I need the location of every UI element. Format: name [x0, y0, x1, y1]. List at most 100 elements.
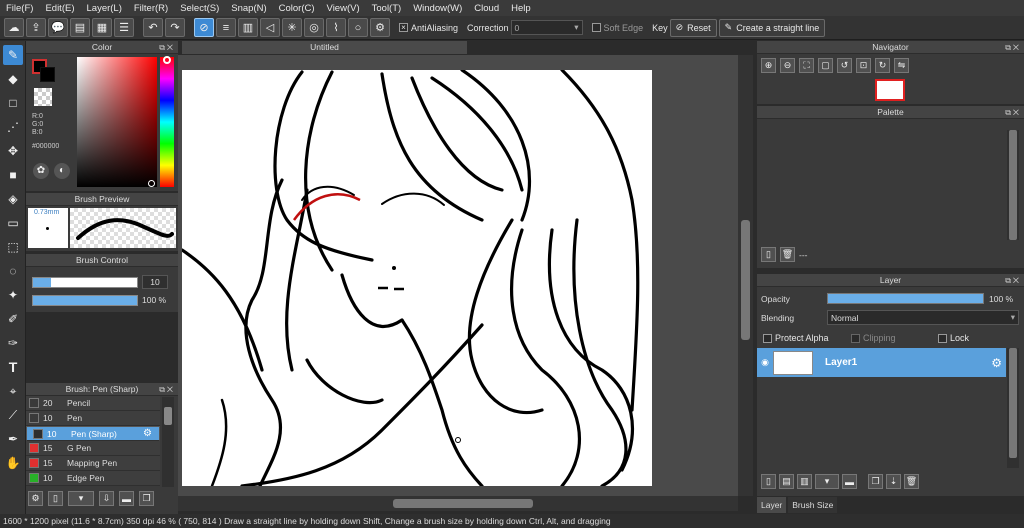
lasso-tool-icon[interactable]: ◌	[3, 261, 23, 281]
text-tool-icon[interactable]: T	[3, 357, 23, 377]
snap-parallel-icon[interactable]: ≡	[216, 18, 236, 37]
layer-panel-icon[interactable]: ▤	[70, 18, 90, 37]
fill-rect-icon[interactable]: ■	[3, 165, 23, 185]
soft-edge-checkbox[interactable]	[591, 23, 601, 32]
menu-item-filter[interactable]: Filter(R)	[128, 3, 174, 14]
layer-folder-icon[interactable]: ▬	[842, 474, 857, 489]
hand-tool-icon[interactable]: ✋	[3, 453, 23, 473]
delete-layer-icon[interactable]: 🗑	[904, 474, 919, 489]
bucket-tool-icon[interactable]: ◈	[3, 189, 23, 209]
snap-circle-icon[interactable]: ○	[348, 18, 368, 37]
grid-panel-icon[interactable]: ▦	[92, 18, 112, 37]
lock-toggle[interactable]: Lock	[938, 333, 969, 343]
brush-size-value[interactable]: 10	[142, 275, 168, 289]
new-layer-icon[interactable]: ▯	[761, 474, 776, 489]
actual-size-icon[interactable]: ▢	[818, 58, 833, 73]
palette-scrollbar[interactable]	[1007, 130, 1019, 240]
select-pen-icon[interactable]: ✐	[3, 309, 23, 329]
brush-copy-icon[interactable]: ❐	[139, 491, 154, 506]
menu-item-color[interactable]: Color(C)	[273, 3, 321, 14]
menu-item-help[interactable]: Help	[505, 3, 537, 14]
canvas-vscroll-thumb[interactable]	[741, 220, 750, 340]
menu-item-window[interactable]: Window(W)	[407, 3, 468, 14]
select-eraser-icon[interactable]: ✑	[3, 333, 23, 353]
new-brush-icon[interactable]: ▯	[48, 491, 63, 506]
clipping-checkbox[interactable]	[851, 333, 860, 343]
gradient-tool-icon[interactable]: ▭	[3, 213, 23, 233]
panel-float-icon[interactable]: ⧉✕	[159, 41, 175, 54]
snap-settings-icon[interactable]: ⚙	[370, 18, 390, 37]
tab-brush-size[interactable]: Brush Size	[788, 497, 838, 513]
cloud-icon[interactable]: ☁	[4, 18, 24, 37]
antialiasing-toggle[interactable]: × AntiAliasing	[399, 23, 458, 33]
rotate-right-icon[interactable]: ↻	[875, 58, 890, 73]
duplicate-layer-icon[interactable]: ❐	[868, 474, 883, 489]
brush-folder-icon[interactable]: ▬	[119, 491, 134, 506]
new-halftone-layer-icon[interactable]: ▤	[779, 474, 794, 489]
menu-item-snap[interactable]: Snap(N)	[225, 3, 272, 14]
brush-list-item[interactable]: 20 Pencil	[26, 396, 160, 411]
brush-list-item[interactable]: 10 Pen (Sharp) ⚙	[26, 426, 160, 441]
layer-opacity-slider[interactable]	[827, 293, 984, 304]
snap-radial-icon[interactable]: ✳	[282, 18, 302, 37]
hue-slider[interactable]	[160, 57, 174, 187]
move-tool-icon[interactable]: ✥	[3, 141, 23, 161]
color-wheel-icon[interactable]: ✿	[33, 163, 49, 179]
clipping-toggle[interactable]: Clipping	[851, 333, 896, 343]
brush-tool-icon[interactable]: ✎	[3, 45, 23, 65]
menu-item-file[interactable]: File(F)	[0, 3, 39, 14]
menu-item-tool[interactable]: Tool(T)	[366, 3, 408, 14]
gear-icon[interactable]: ⚙	[991, 356, 1002, 370]
layer-row[interactable]: ◉ Layer1 ⚙	[757, 348, 1006, 377]
brush-list-item[interactable]: 15 G Pen	[26, 441, 160, 456]
fit-window-icon[interactable]: ⛶	[799, 58, 814, 73]
background-color-swatch[interactable]	[40, 67, 55, 82]
new-8bit-layer-icon[interactable]: ▥	[797, 474, 812, 489]
magic-wand-icon[interactable]: ✦	[3, 285, 23, 305]
snap-off-icon[interactable]: ⊘	[194, 18, 214, 37]
add-layer-menu-icon[interactable]: ▾	[815, 474, 839, 489]
menu-item-layer[interactable]: Layer(L)	[81, 3, 128, 14]
sv-cursor[interactable]	[148, 180, 155, 187]
brush-opacity-slider[interactable]	[32, 295, 138, 306]
correction-select[interactable]: 0 ▾	[510, 20, 583, 35]
drawing-canvas[interactable]	[180, 68, 652, 488]
brush-list-scrollbar[interactable]	[162, 397, 174, 487]
snap-vanishing-icon[interactable]: ◁	[260, 18, 280, 37]
color-picker-icon[interactable]: ◐	[54, 163, 70, 179]
snap-concentric-icon[interactable]: ◎	[304, 18, 324, 37]
eyedropper-icon[interactable]: ✒	[3, 429, 23, 449]
canvas-hscroll-thumb[interactable]	[393, 499, 533, 508]
brush-type-menu-icon[interactable]: ▾	[68, 491, 94, 506]
undo-icon[interactable]: ↶	[143, 18, 163, 37]
lock-checkbox[interactable]	[938, 333, 947, 343]
flip-horizontal-icon[interactable]: ⇋	[894, 58, 909, 73]
brush-size-slider[interactable]	[32, 277, 138, 288]
rotate-reset-icon[interactable]: ⊡	[856, 58, 871, 73]
snap-curve-icon[interactable]: ⌇	[326, 18, 346, 37]
dotted-line-icon[interactable]: ⋰	[3, 117, 23, 137]
select-rect-icon[interactable]: □	[3, 93, 23, 113]
navigator-thumbnail[interactable]	[875, 79, 905, 101]
canvas-horizontal-scrollbar[interactable]	[178, 496, 738, 511]
menu-item-edit[interactable]: Edit(E)	[39, 3, 80, 14]
redo-icon[interactable]: ↷	[165, 18, 185, 37]
gear-icon[interactable]: ⚙	[143, 428, 152, 439]
saturation-value-field[interactable]	[77, 57, 157, 187]
panel-float-icon[interactable]: ⧉✕	[159, 383, 175, 396]
layer-scroll-thumb[interactable]	[1009, 348, 1017, 458]
select-tool-icon[interactable]: ⬚	[3, 237, 23, 257]
merge-down-icon[interactable]: ⇣	[886, 474, 901, 489]
layer-scrollbar[interactable]	[1007, 348, 1019, 468]
hue-cursor[interactable]	[163, 56, 171, 64]
tab-layer[interactable]: Layer	[757, 497, 787, 513]
menu-item-cloud[interactable]: Cloud	[468, 3, 505, 14]
protect-alpha-toggle[interactable]: Protect Alpha	[763, 333, 829, 343]
frame-tool-icon[interactable]: ⌖	[3, 381, 23, 401]
brush-list-item[interactable]: 10 Edge Pen	[26, 471, 160, 486]
panel-float-icon[interactable]: ⧉✕	[1005, 274, 1021, 287]
list-panel-icon[interactable]: ☰	[114, 18, 134, 37]
protect-alpha-checkbox[interactable]	[763, 333, 772, 343]
document-tab[interactable]: Untitled	[182, 41, 467, 54]
palette-scroll-thumb[interactable]	[1009, 130, 1017, 240]
